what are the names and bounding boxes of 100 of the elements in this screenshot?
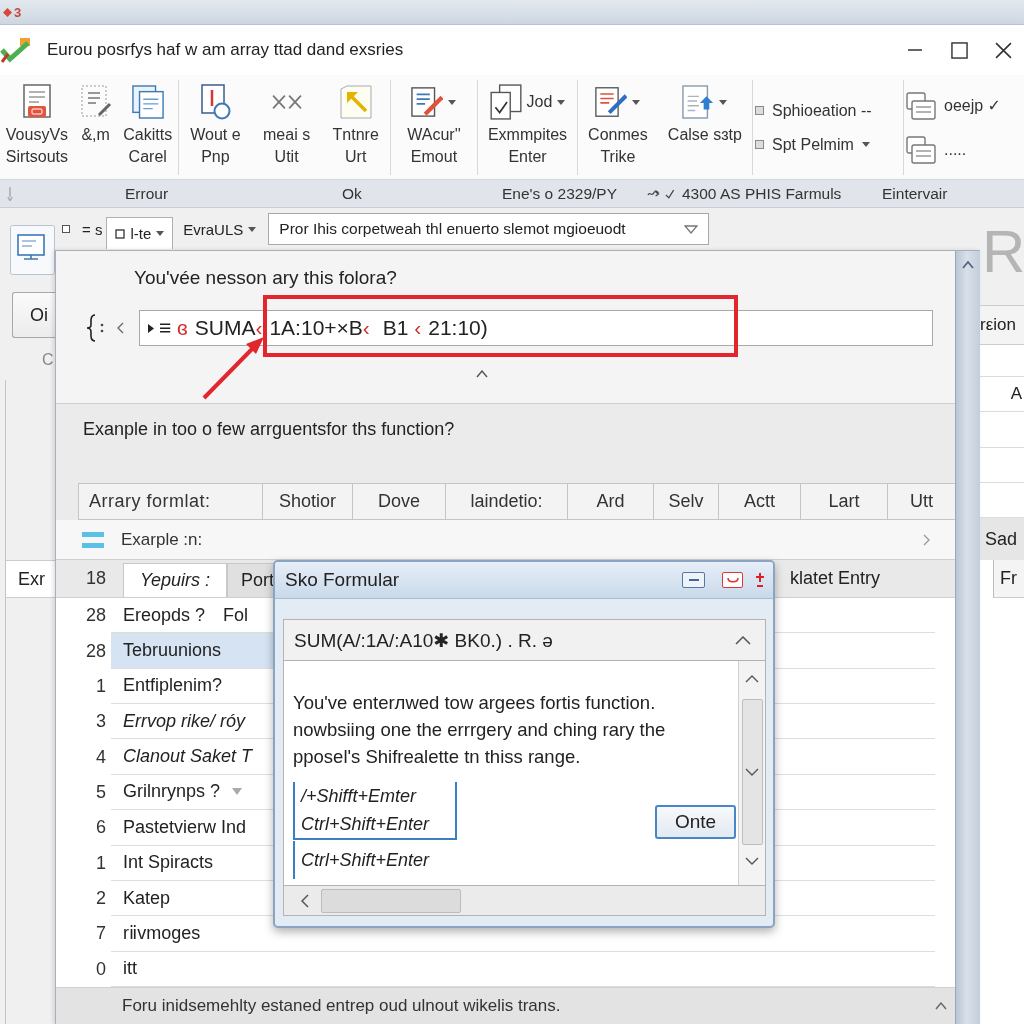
checklist-icon [489, 84, 522, 120]
chevron-up-icon[interactable] [476, 370, 488, 378]
row-number: 7 [95, 923, 107, 945]
ribbon-button[interactable]: Sphioeation -- [755, 101, 872, 120]
minimize-button[interactable] [682, 572, 705, 588]
side-letter: C [42, 350, 54, 370]
ribbon-button[interactable]: oeejp ✓ [906, 91, 1001, 120]
caption-button[interactable] [722, 572, 743, 588]
list-item-detail: Fol [223, 604, 249, 626]
list-item[interactable]: Katep [123, 880, 171, 916]
formula-field[interactable]: SUM(A/:1A/:A10✱ BK0.) . R. ə [283, 619, 766, 661]
square-icon [115, 228, 126, 239]
dropdown[interactable]: EvraULS [177, 214, 263, 244]
column-header: Lart [800, 483, 887, 520]
chevron-left-icon [117, 322, 124, 334]
filter-icon[interactable] [232, 788, 243, 796]
ribbon-button[interactable]: WAcur'' Emout [404, 80, 464, 175]
list-item[interactable]: Int Spiracts [123, 845, 214, 880]
ribbon-button[interactable]: ..... [906, 135, 967, 164]
scroll-thumb[interactable] [741, 699, 763, 845]
scroll-down-icon[interactable] [745, 857, 759, 865]
column-header: Dove [352, 483, 445, 520]
column-header: Selv [653, 483, 718, 520]
maximize-icon [950, 41, 968, 59]
stacked-document-icon [906, 135, 936, 164]
vertical-scrollbar[interactable] [738, 661, 765, 885]
arrow-down-icon [7, 186, 13, 201]
side-button[interactable]: Oi [12, 292, 55, 338]
ribbon-button[interactable]: Jod Exmmpites Enter [484, 80, 571, 175]
minimize-icon [908, 49, 922, 51]
list-item[interactable]: Ereopds ? [123, 598, 206, 633]
scroll-left-icon[interactable] [301, 893, 309, 908]
play-icon [148, 323, 154, 333]
upload-document-icon [682, 84, 715, 120]
row-number: 1 [95, 675, 107, 697]
ribbon-button[interactable]: Tntnre Urt [329, 80, 382, 175]
ribbon-button[interactable]: Wout e Pnp [187, 80, 244, 175]
sheet-tab[interactable]: Fr [993, 560, 1024, 598]
table-cell: A [1010, 384, 1022, 404]
group-label: Eintervair [882, 184, 948, 203]
list-item[interactable]: Pastetvierw Ind [123, 810, 247, 845]
bullet-icon [755, 140, 764, 149]
group-label: Ok [342, 184, 362, 203]
tab[interactable]: Yepuirs : [123, 563, 228, 597]
column-header: Ard [567, 483, 653, 520]
ribbon-button[interactable]: Conmes Trike [585, 80, 651, 175]
side-button[interactable]: rεion [980, 305, 1024, 345]
ribbon-button[interactable]: VousyVs Sirtsouts [2, 80, 72, 175]
list-item[interactable]: Grilnrynps ? [123, 774, 221, 810]
row-number: 28 [84, 640, 107, 662]
row-number: 2 [95, 888, 107, 910]
stacked-document-icon [906, 91, 936, 120]
ribbon-button[interactable]: &,m [76, 80, 115, 175]
ribbon-button[interactable]: Cakitts Carel [120, 80, 176, 175]
list-item[interactable]: Entfiplenim? [123, 668, 223, 704]
chevron-up-icon[interactable] [735, 635, 751, 645]
scroll-up-icon[interactable] [745, 675, 759, 683]
chevron-right-icon[interactable] [923, 533, 930, 546]
pointer-arrow [202, 337, 264, 400]
list-item[interactable]: rⅱvmoges [123, 916, 201, 951]
ribbon-button[interactable]: Calse sɜtp [664, 80, 745, 175]
row-number: 28 [84, 605, 107, 627]
scroll-up-icon[interactable] [962, 261, 974, 269]
report-icon [131, 84, 164, 120]
tab-count: 3 [14, 4, 22, 20]
vertical-scrollbar[interactable] [955, 251, 980, 1024]
section-label: Exarple :n: [121, 529, 203, 550]
row-number: 18 [84, 568, 107, 589]
dialog-button[interactable]: Onte [655, 805, 736, 839]
document-puzzle-icon [199, 84, 232, 120]
list-icon [82, 531, 104, 548]
check-icon [665, 188, 675, 199]
combo-field[interactable]: Pror Ihis corpetweah thl enuerto slemot mgioeuodt [268, 213, 710, 245]
shortcut-label: /+Shifft+Emter [299, 785, 418, 808]
sheet-tab[interactable]: Exr [6, 560, 55, 598]
plus-minus-icon[interactable] [755, 572, 765, 588]
column-header: Utt [887, 483, 955, 520]
horizontal-scrollbar[interactable] [283, 886, 766, 916]
list-item[interactable]: Errvop rike/ róy [123, 704, 246, 739]
caret-icon [684, 224, 699, 234]
ribbon-button[interactable]: Spt Pelmim [755, 135, 870, 154]
row-number: 4 [95, 746, 107, 768]
scroll-thumb[interactable] [321, 888, 461, 913]
ribbon-button[interactable]: meai s Utit [260, 80, 314, 175]
group-label: Errour [125, 184, 169, 203]
window-title: Eurou posrfys haf w am array ttad dand exsries [47, 40, 404, 60]
column-header: Shotior [262, 483, 352, 520]
dropdown[interactable]: l-te [106, 217, 174, 249]
tab-label: klatet Entry [789, 568, 880, 589]
edit-document-icon [411, 84, 444, 120]
hint-text: Exanple in too o few arrguentsfor ths function? [83, 418, 455, 441]
list-item[interactable]: itt [123, 951, 137, 986]
list-item[interactable]: Clanout Saket T [123, 739, 253, 774]
curve-icon [726, 576, 739, 584]
chevron-up-icon[interactable] [935, 1002, 947, 1010]
row-number: 6 [95, 817, 107, 839]
diamond-icon [3, 7, 12, 17]
caret-icon [248, 226, 257, 232]
shortcut-label: Ctrl+Shift+Enter [293, 841, 457, 879]
formula-field[interactable]: ≡ ɞ SUMA‹ 1A:10+×B‹ B1 ‹ 21:10) [139, 310, 933, 346]
